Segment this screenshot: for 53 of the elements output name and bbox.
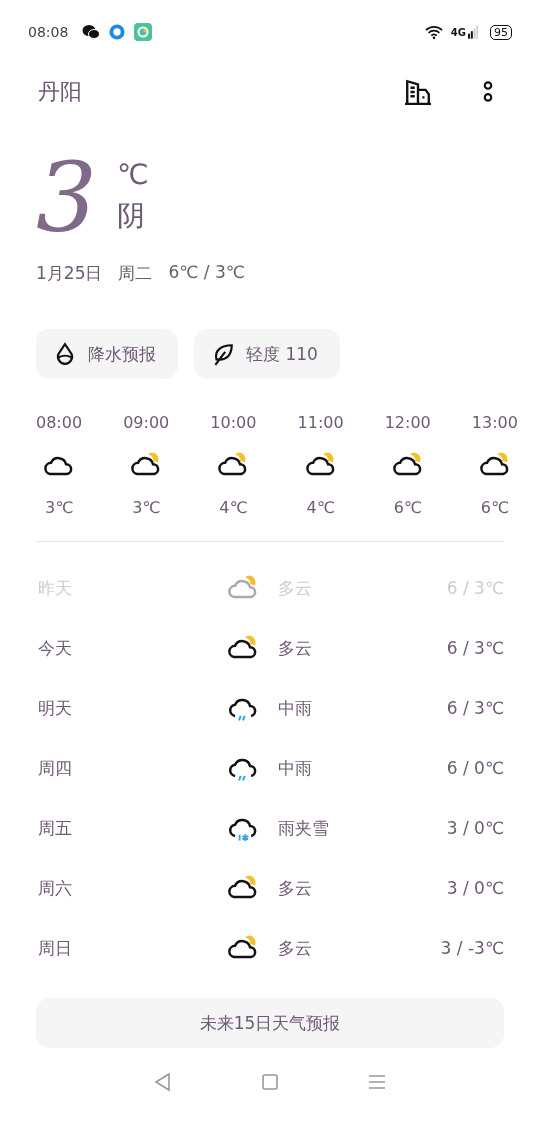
hour-time: 13:00 xyxy=(471,413,518,432)
day-temperature-range: 3 / 0℃ xyxy=(446,878,504,898)
day-temperature-range: 3 / -3℃ xyxy=(440,938,504,958)
status-time: 08:08 xyxy=(28,24,69,40)
temperature-range: 6℃ / 3℃ xyxy=(168,262,245,284)
chat-app-icon xyxy=(82,23,101,41)
day-temperature-range: 6 / 3℃ xyxy=(446,638,504,658)
day-label: 周日 xyxy=(38,936,73,960)
current-condition: 阴 xyxy=(117,198,147,234)
hour-temperature: 4℃ xyxy=(219,498,248,517)
home-icon[interactable] xyxy=(260,1072,280,1092)
hour-temperature: 3℃ xyxy=(44,498,74,517)
date-text: 1月25日 xyxy=(36,262,103,285)
day-temperature-range: 6 / 0℃ xyxy=(446,758,504,778)
hour-time: 09:00 xyxy=(123,413,170,432)
hour-time: 11:00 xyxy=(297,413,344,432)
precipitation-chip[interactable]: 降水预报 xyxy=(36,329,178,379)
day-label: 明天 xyxy=(38,696,73,720)
wifi-icon xyxy=(424,23,443,41)
buildings-icon[interactable] xyxy=(404,78,432,106)
forecast-15-day-button[interactable]: 未来15日天气预报 xyxy=(36,998,504,1048)
menu-icon[interactable] xyxy=(366,1072,387,1092)
network-type: 4G xyxy=(450,26,466,38)
app-icon xyxy=(134,23,153,41)
day-condition: 雨夹雪 xyxy=(278,816,330,840)
day-condition: 多云 xyxy=(278,636,313,660)
hour-time: 08:00 xyxy=(36,413,83,432)
day-condition: 多云 xyxy=(278,936,313,960)
temperature-unit: ℃ xyxy=(117,158,149,191)
day-label: 周五 xyxy=(38,816,73,840)
air-quality-chip[interactable]: 轻度 110 xyxy=(194,329,340,379)
day-label: 周四 xyxy=(38,756,73,780)
hour-temperature: 6℃ xyxy=(480,498,509,517)
day-temperature-range: 3 / 0℃ xyxy=(446,818,504,838)
battery-indicator: 95 xyxy=(490,24,512,40)
day-condition: 中雨 xyxy=(278,756,313,780)
day-temperature-range: 6 / 3℃ xyxy=(446,698,504,718)
hour-time: 12:00 xyxy=(384,413,431,432)
drop-icon xyxy=(54,342,76,366)
hour-temperature: 3℃ xyxy=(132,498,161,517)
signal-icon xyxy=(468,24,478,40)
day-label: 今天 xyxy=(38,636,73,660)
city-name[interactable]: 丹阳 xyxy=(38,77,82,107)
hour-time: 10:00 xyxy=(210,413,257,432)
day-condition: 中雨 xyxy=(278,696,313,720)
ring-app-icon xyxy=(108,23,127,41)
hour-temperature: 6℃ xyxy=(393,498,422,517)
weekday-text: 周二 xyxy=(118,262,153,285)
current-temperature: 3 xyxy=(36,150,98,246)
hour-temperature: 4℃ xyxy=(306,498,335,517)
day-condition: 多云 xyxy=(278,876,313,900)
leaf-icon xyxy=(212,342,234,366)
day-label: 周六 xyxy=(38,876,73,900)
